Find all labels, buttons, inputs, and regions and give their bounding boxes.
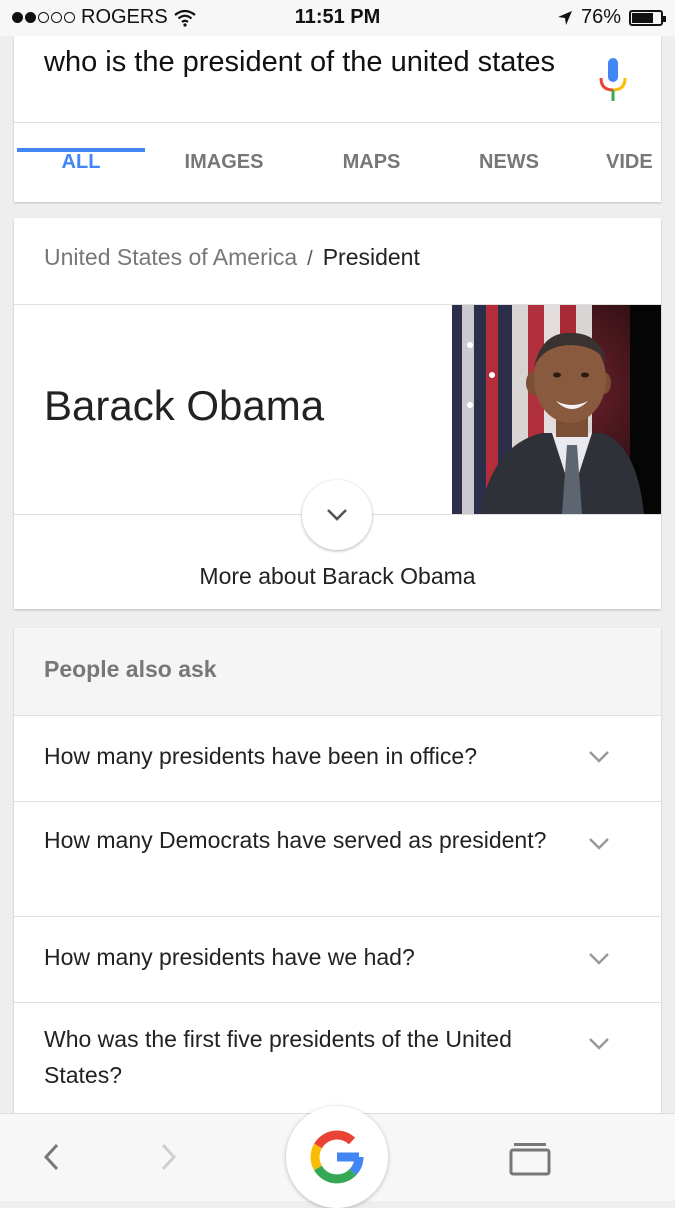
people-also-ask-card: People also ask How many presidents have… <box>14 628 661 1128</box>
tab-maps[interactable]: MAPS <box>314 123 429 203</box>
paa-question-text: How many presidents have been in office? <box>44 743 478 769</box>
chevron-down-icon <box>589 751 609 763</box>
knowledge-card: United States of America / President Barac… <box>14 218 661 609</box>
forward-arrow-icon[interactable] <box>160 1142 178 1172</box>
battery-percent: 76% <box>580 6 621 28</box>
tabs-switcher-icon[interactable] <box>508 1141 552 1177</box>
more-about-link[interactable]: More about Barack Obama <box>14 563 661 590</box>
breadcrumb-current: President <box>322 244 420 270</box>
expand-button[interactable] <box>302 480 372 550</box>
search-card: who is the president of the united state… <box>14 36 661 202</box>
tab-news[interactable]: NEWS <box>454 123 564 203</box>
chevron-down-icon <box>589 1038 609 1050</box>
location-arrow-icon <box>557 10 572 25</box>
paa-question-text: How many Democrats have served as presid… <box>44 827 547 853</box>
chevron-down-icon <box>589 953 609 965</box>
paa-question[interactable]: How many Democrats have served as presid… <box>14 802 661 917</box>
google-g-logo-icon <box>310 1130 364 1184</box>
tab-images[interactable]: IMAGES <box>164 123 284 203</box>
tab-all[interactable]: ALL <box>17 123 145 203</box>
paa-question-text: How many presidents have we had? <box>44 944 415 970</box>
status-right: 76% <box>557 6 666 29</box>
breadcrumb: United States of America / President <box>44 244 420 271</box>
back-arrow-icon[interactable] <box>42 1142 60 1172</box>
answer-title: Barack Obama <box>44 382 325 429</box>
search-tabs: ALL IMAGES MAPS NEWS VIDE <box>14 122 661 203</box>
mic-icon[interactable] <box>598 56 628 104</box>
active-tab-indicator <box>17 148 145 152</box>
status-bar: ROGERS 11:51 PM 76% <box>0 0 675 36</box>
breadcrumb-parent[interactable]: United States of America <box>44 244 297 270</box>
paa-question[interactable]: How many presidents have been in office? <box>14 716 661 802</box>
battery-icon <box>629 9 666 26</box>
google-home-button[interactable] <box>286 1106 388 1208</box>
paa-question[interactable]: How many presidents have we had? <box>14 917 661 1003</box>
breadcrumb-separator: / <box>307 248 313 270</box>
photo-image <box>452 305 661 514</box>
tab-videos[interactable]: VIDE <box>606 123 661 203</box>
paa-header: People also ask <box>14 628 661 716</box>
search-query-field[interactable]: who is the president of the united state… <box>44 44 564 80</box>
person-photo[interactable] <box>452 305 661 514</box>
paa-title: People also ask <box>44 656 217 682</box>
chevron-down-icon <box>589 838 609 850</box>
chevron-down-icon <box>327 509 347 521</box>
paa-question-text: Who was the first five presidents of the… <box>44 1026 512 1088</box>
